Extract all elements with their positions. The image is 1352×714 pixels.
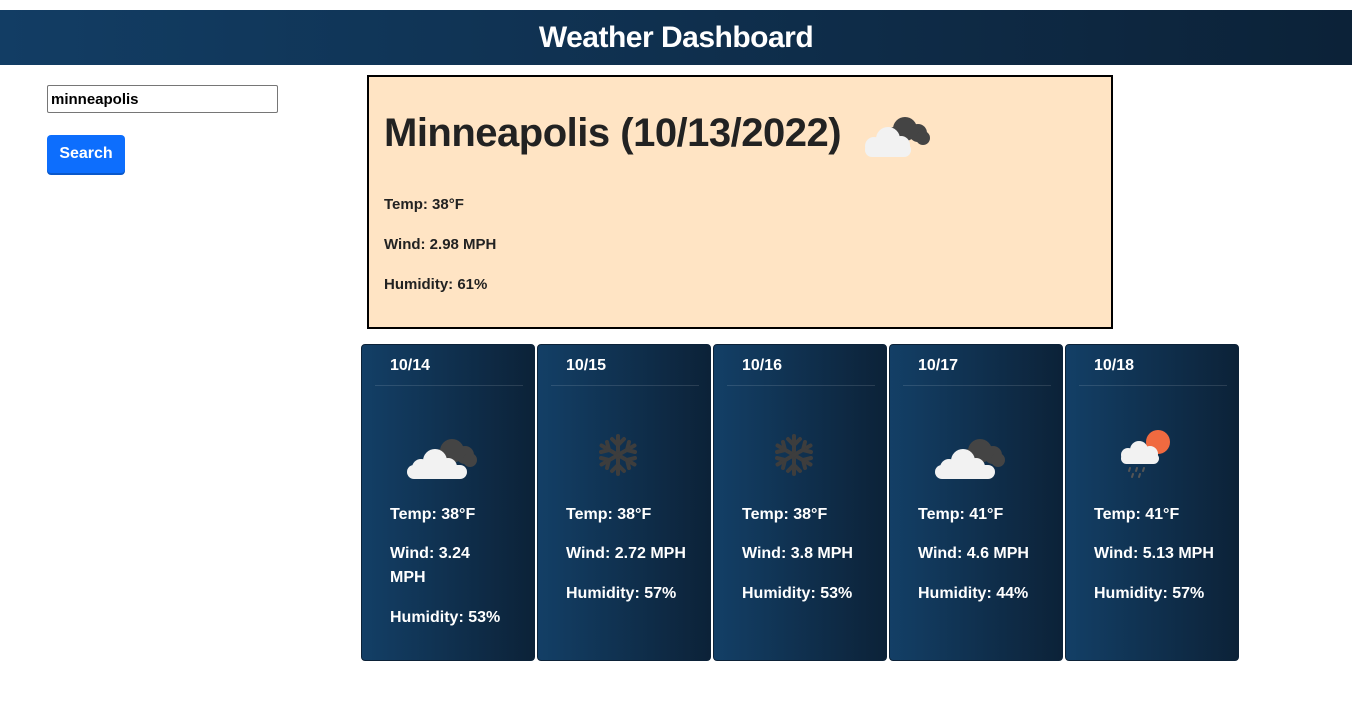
forecast-wind: Wind: 5.13 MPH (1094, 545, 1214, 562)
forecast-card: 10/16 Temp: 38°F Wind: 3.8 MPH Humidity:… (713, 344, 887, 661)
forecast-humidity: Humidity: 53% (390, 609, 501, 626)
broken-clouds-icon (935, 439, 1005, 479)
current-wind: Wind: 2.98 MPH (384, 236, 497, 253)
forecast-card: 10/15 Temp: 38°F Wind: 2.72 MPH Humidity… (537, 344, 711, 661)
current-temp: Temp: 38°F (384, 196, 464, 213)
forecast-temp: Temp: 38°F (566, 506, 652, 523)
rain-sun-icon (1121, 430, 1170, 478)
forecast-wind: Wind: 4.6 MPH (918, 545, 1029, 562)
forecast-date: 10/17 (903, 345, 1051, 386)
forecast-temp: Temp: 38°F (390, 506, 476, 523)
search-button[interactable]: Search (47, 135, 125, 173)
forecast-wind: Wind: 3.24 MPH (390, 545, 470, 586)
forecast-date: 10/18 (1079, 345, 1227, 386)
broken-clouds-icon (865, 117, 931, 157)
forecast-humidity: Humidity: 53% (742, 585, 853, 602)
city-search-input[interactable] (47, 85, 278, 113)
current-title-row: Minneapolis (10/13/2022) (384, 105, 933, 161)
snow-icon (599, 434, 637, 476)
forecast-wind: Wind: 2.72 MPH (566, 545, 686, 562)
forecast-card: 10/14 Temp: 38°F Wind: 3.24 MPH Humidity… (361, 344, 535, 661)
page-header: Weather Dashboard (0, 10, 1352, 65)
forecast-humidity: Humidity: 44% (918, 585, 1029, 602)
forecast-temp: Temp: 41°F (1094, 506, 1180, 523)
page-title: Weather Dashboard (538, 20, 814, 54)
forecast-date: 10/14 (375, 345, 523, 386)
forecast-card: 10/18 Temp: 41°F Wind: 5.13 MPH Humidity… (1065, 344, 1239, 661)
forecast-date: 10/15 (551, 345, 699, 386)
forecast-temp: Temp: 38°F (742, 506, 828, 523)
current-weather-panel: Minneapolis (10/13/2022) Temp: 38°F Wind… (367, 75, 1113, 329)
forecast-date: 10/16 (727, 345, 875, 386)
forecast-humidity: Humidity: 57% (566, 585, 677, 602)
broken-clouds-icon (407, 439, 477, 479)
current-city-title: Minneapolis (10/13/2022) (384, 110, 842, 155)
forecast-temp: Temp: 41°F (918, 506, 1004, 523)
forecast-card: 10/17 Temp: 41°F Wind: 4.6 MPH Humidity:… (889, 344, 1063, 661)
forecast-wind: Wind: 3.8 MPH (742, 545, 853, 562)
current-humidity: Humidity: 61% (384, 276, 488, 293)
snow-icon (775, 434, 813, 476)
forecast-humidity: Humidity: 57% (1094, 585, 1205, 602)
